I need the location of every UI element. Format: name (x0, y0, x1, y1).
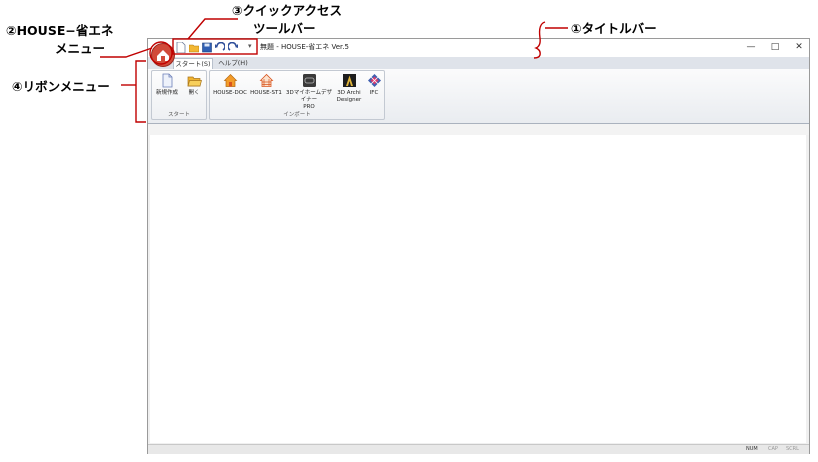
import-3d-myhome-designer-button[interactable]: 3Dマイホームデザイナー PRO (284, 73, 334, 111)
status-num: NUM (746, 446, 758, 452)
redo-icon[interactable] (228, 42, 238, 53)
ribbon-content-spacer (148, 124, 809, 135)
close-button[interactable]: ✕ (792, 41, 806, 53)
status-bar: NUM CAP SCRL (148, 444, 809, 454)
ribbon-bracket (135, 60, 146, 123)
house-st1-label: HOUSE-ST1 (250, 90, 282, 96)
archi-designer-icon (342, 74, 356, 87)
archi-designer-label-line1: 3D Archi (337, 90, 361, 96)
house-doc-icon (223, 74, 237, 87)
start-group-label: スタート (167, 112, 190, 118)
tab-help[interactable]: ヘルプ(H) (218, 58, 248, 69)
ribbon-group-start: 新規作成 開く スタート (151, 70, 207, 120)
house-logo-icon (157, 50, 169, 61)
import-group-label: インポート (283, 112, 311, 118)
myhome-designer-icon (302, 74, 316, 87)
quick-access-toolbar: ▾ (174, 41, 258, 55)
open-folder-large-icon (187, 76, 202, 87)
maximize-button[interactable]: □ (768, 41, 782, 53)
save-icon[interactable] (202, 42, 212, 53)
import-ifc-button[interactable]: IFC (364, 73, 384, 97)
open-folder-icon[interactable] (189, 42, 199, 53)
archi-designer-label-line2: Designer (336, 97, 362, 103)
import-house-doc-button[interactable]: HOUSE-DOC (212, 73, 248, 97)
import-house-st1-button[interactable]: HOUSE-ST1 (248, 73, 284, 97)
ribbon-group-import: HOUSE-DOC HOUSE-ST1 3Dマイホームデザイナー PRO 3D … (209, 70, 385, 120)
ribbon-panel: 新規作成 開く スタート HOUSE-DOC HOUSE-ST1 3Dマイホーム… (148, 69, 809, 124)
house-menu-leader (100, 47, 153, 58)
new-file-icon[interactable] (176, 42, 186, 53)
status-cap: CAP (768, 446, 778, 452)
callout-ribbon-menu: ④リボンメニュー (12, 79, 110, 94)
new-document-icon (162, 73, 172, 88)
status-scrl: SCRL (786, 446, 799, 452)
callout-qat-line1: ③クイックアクセス (232, 3, 342, 18)
title-bar: ▾ 無題 - HOUSE-省エネ Ver.5 — □ ✕ (148, 39, 809, 57)
document-area[interactable] (150, 135, 806, 443)
ifc-label: IFC (369, 90, 379, 96)
myhome-designer-label-line1: 3Dマイホームデザイナー (285, 90, 333, 103)
new-file-button[interactable]: 新規作成 (153, 73, 181, 97)
house-menu-button[interactable] (151, 43, 175, 67)
new-file-label: 新規作成 (155, 90, 178, 96)
callout-house-menu-line2: メニュー (55, 41, 106, 56)
ifc-icon (367, 74, 381, 87)
house-st1-icon (259, 73, 273, 87)
open-button[interactable]: 開く (182, 73, 206, 97)
window-title: 無題 - HOUSE-省エネ Ver.5 (260, 43, 349, 51)
qat-leader (187, 18, 238, 40)
callout-title-bar: ①タイトルバー (571, 21, 657, 36)
app-window: ▾ 無題 - HOUSE-省エネ Ver.5 — □ ✕ スタート(S) ヘルプ… (147, 38, 810, 454)
tab-start[interactable]: スタート(S) (173, 58, 213, 69)
qat-customize-dropdown[interactable]: ▾ (248, 42, 252, 50)
minimize-button[interactable]: — (744, 41, 758, 53)
house-doc-label: HOUSE-DOC (213, 90, 247, 96)
undo-icon[interactable] (215, 42, 225, 53)
callout-house-menu-line1: ②HOUSE−省エネ (6, 23, 114, 38)
import-3d-archi-designer-button[interactable]: 3D Archi Designer (334, 73, 364, 104)
open-label: 開く (188, 90, 200, 96)
callout-qat-line2: ツールバー (253, 21, 316, 36)
